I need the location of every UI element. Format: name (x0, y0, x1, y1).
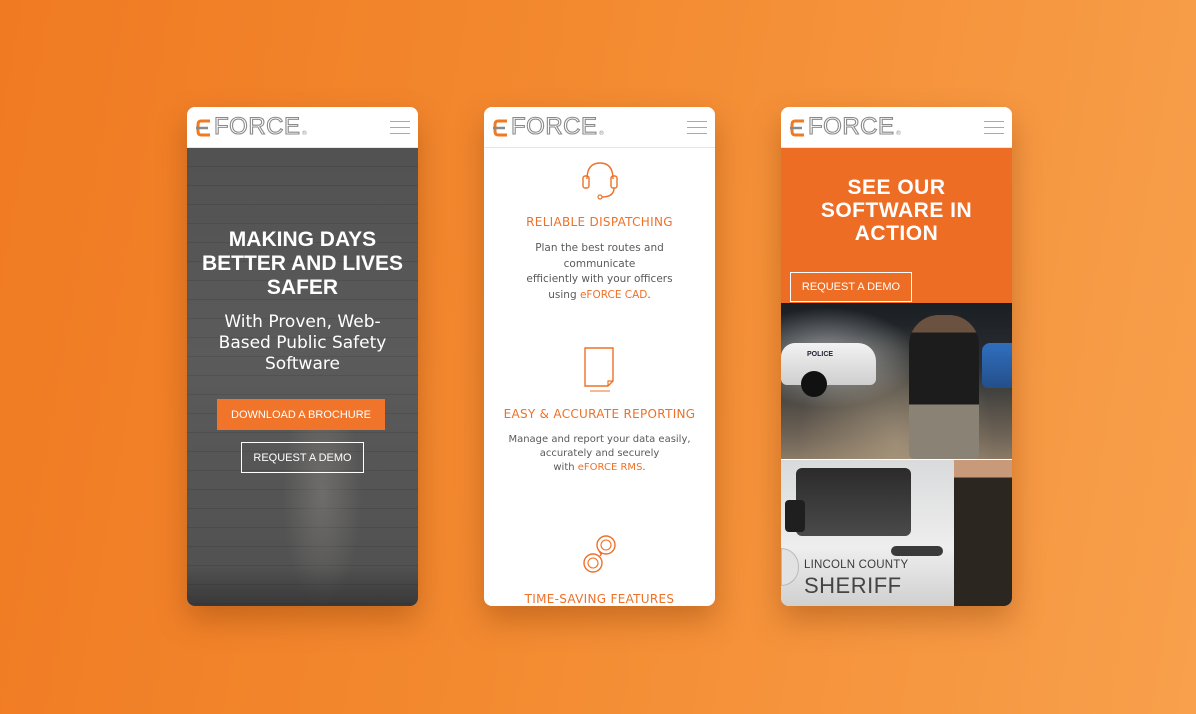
headset-icon (581, 162, 618, 200)
site-header: FORCE ® (484, 107, 715, 148)
handcuffs-icon (582, 535, 616, 573)
hero-headline: MAKING DAYS BETTER AND LIVES SAFER (201, 228, 404, 299)
logo-registered-mark: ® (598, 130, 605, 137)
logo-wordmark: FORCE (510, 113, 598, 140)
door-handle (891, 546, 943, 556)
car-wheel (801, 371, 827, 397)
logo-e-icon (493, 119, 507, 137)
feature-description-line: using eFORCE CAD. (498, 288, 701, 304)
sheriff-deputy (954, 460, 1012, 606)
hero-section: MAKING DAYS BETTER AND LIVES SAFER With … (187, 148, 418, 606)
feature-description: Manage and report your data easily, accu… (484, 433, 715, 475)
logo-wordmark: FORCE (213, 113, 301, 140)
feature-time-saving: TIME-SAVING FEATURES (484, 532, 715, 606)
phone-demo: FORCE ® SEE OUR SOFTWARE IN ACTION REQUE… (781, 107, 1012, 606)
phone-home: FORCE ® MAKING DAYS BETTER AND LIVES SAF… (187, 107, 418, 606)
document-icon (583, 347, 614, 392)
feature-title: TIME-SAVING FEATURES (524, 592, 675, 606)
phone-features: FORCE ® RELIABLE DISPATCHING Plan the be… (484, 107, 715, 606)
door-text-county: LINCOLN COUNTY (804, 559, 909, 571)
eforce-logo[interactable]: FORCE ® (789, 113, 902, 140)
hamburger-menu-icon[interactable] (984, 121, 1004, 135)
site-header: FORCE ® (187, 107, 418, 148)
feature-reporting: EASY & ACCURATE REPORTING Manage and rep… (484, 345, 715, 475)
eforce-logo[interactable]: FORCE ® (492, 113, 605, 140)
eforce-logo[interactable]: FORCE ® (195, 113, 308, 140)
feature-description-suffix: . (647, 288, 651, 301)
feature-description-line: Plan the best routes and communicate (535, 242, 664, 270)
logo-registered-mark: ® (895, 130, 902, 137)
door-text-sheriff: SHERIFF (804, 573, 902, 598)
police-night-photo: POLICE (781, 303, 1012, 459)
sheriff-vehicle-photo: LINCOLN COUNTY SHERIFF (781, 460, 1012, 606)
feature-description-prefix: with (553, 462, 578, 473)
feature-description-line: Manage and report your data easily, (508, 434, 691, 445)
demo-headline: SEE OUR SOFTWARE IN ACTION (820, 176, 973, 245)
sheriff-seal-icon (781, 548, 799, 586)
vehicle-window (796, 468, 911, 536)
feature-description-line: with eFORCE RMS. (498, 461, 701, 475)
police-car: POLICE (781, 343, 876, 397)
logo-e-icon (196, 119, 210, 137)
eforce-cad-link[interactable]: eFORCE CAD (580, 289, 647, 301)
download-brochure-button[interactable]: DOWNLOAD A BROCHURE (217, 399, 385, 430)
feature-description-line: accurately and securely (539, 448, 660, 459)
site-header: FORCE ® (781, 107, 1012, 148)
feature-description-suffix: . (642, 462, 646, 473)
police-officer (909, 315, 979, 459)
hero-photo-grass (187, 566, 418, 606)
logo-e-icon (790, 119, 804, 137)
hamburger-menu-icon[interactable] (390, 121, 410, 135)
request-demo-button[interactable]: REQUEST A DEMO (790, 272, 912, 302)
blue-truck (982, 343, 1012, 388)
feature-description: Plan the best routes and communicate eff… (484, 241, 715, 303)
feature-description-line: efficiently with your officers (526, 273, 673, 285)
police-car-label: POLICE (807, 351, 834, 358)
logo-registered-mark: ® (301, 130, 308, 137)
hero-subheadline: With Proven, Web-Based Public Safety Sof… (218, 312, 387, 374)
feature-description-prefix: using (548, 288, 580, 301)
request-demo-button[interactable]: REQUEST A DEMO (241, 442, 364, 473)
eforce-rms-link[interactable]: eFORCE RMS (578, 462, 643, 473)
feature-dispatching: RELIABLE DISPATCHING Plan the best route… (484, 157, 715, 303)
feature-title: EASY & ACCURATE REPORTING (503, 407, 696, 421)
logo-wordmark: FORCE (807, 113, 895, 140)
vehicle-mirror (785, 500, 805, 532)
hamburger-menu-icon[interactable] (687, 121, 707, 135)
feature-title: RELIABLE DISPATCHING (526, 215, 673, 229)
